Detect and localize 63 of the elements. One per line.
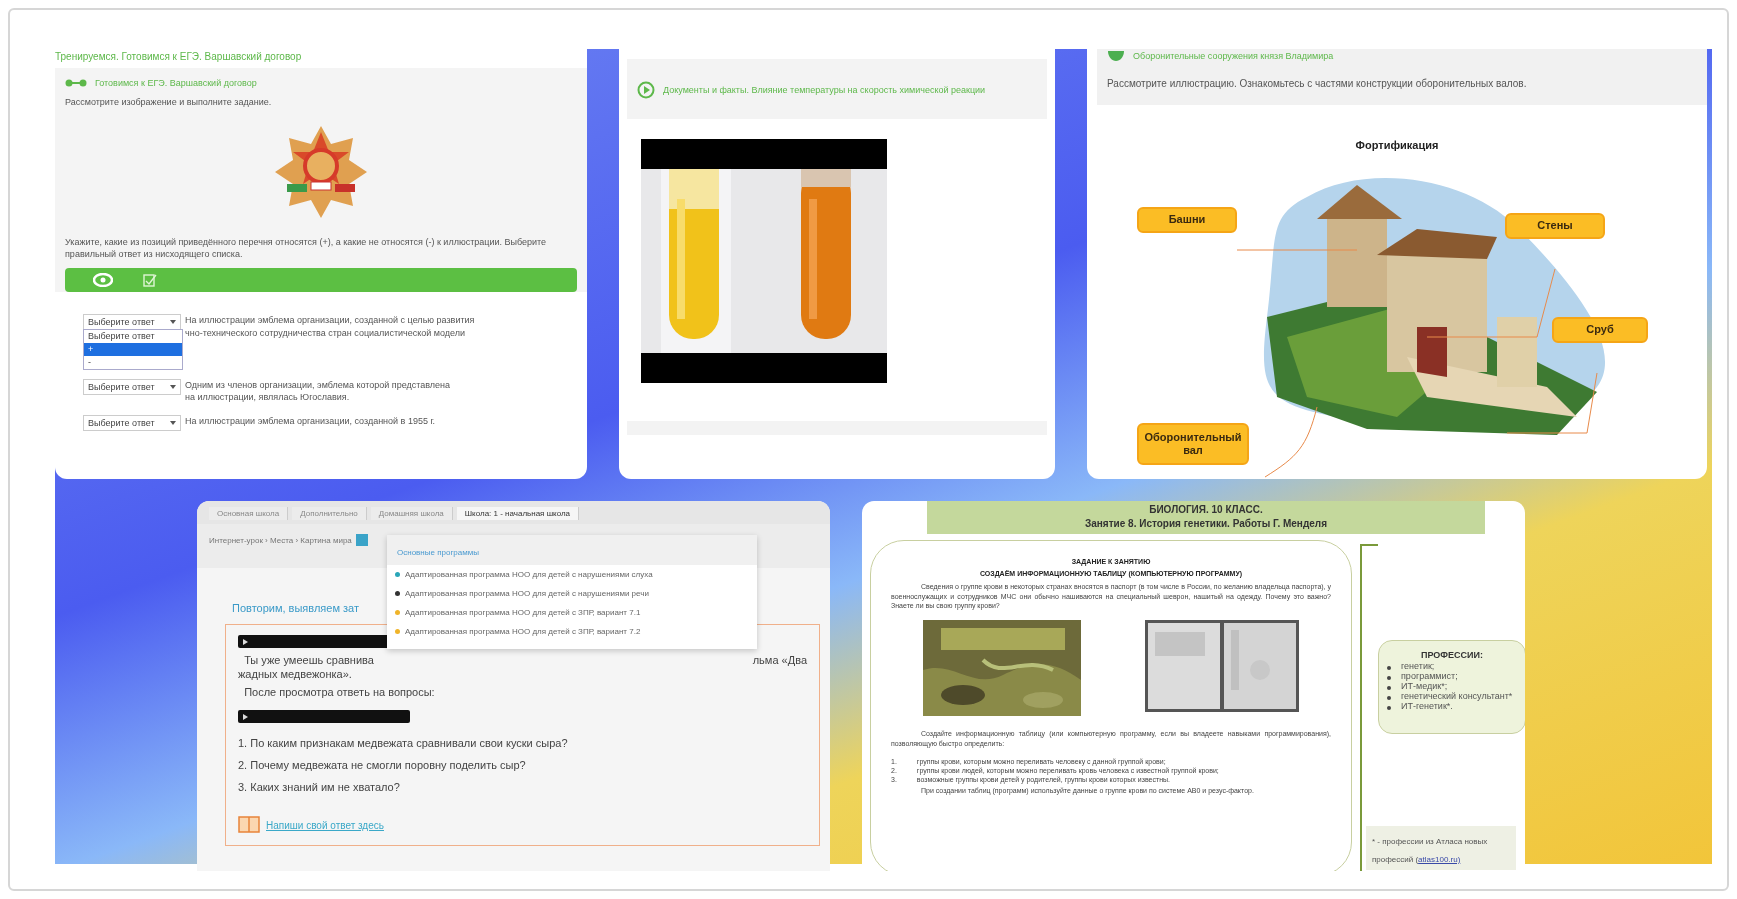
figure-title: Фортификация: [1355, 138, 1439, 151]
bullet-icon: [1387, 696, 1391, 701]
question-text: 2. Почему медвежата не смогли поровну поделить сыр?: [238, 758, 527, 773]
profession-item: программист;: [1401, 671, 1458, 682]
bullet-icon: [1387, 666, 1391, 671]
statement-text: чно-технического сотрудничества стран социалистической модели: [185, 326, 467, 339]
statement-text: На иллюстрации эмблема организации, созданной с целью развития: [185, 314, 475, 327]
breadcrumb[interactable]: Интернет-урок › Места › Картина мира: [209, 535, 352, 545]
bullet-icon: [1387, 676, 1391, 681]
answer-select[interactable]: Выберите ответ: [83, 415, 181, 431]
professions-title: ПРОФЕССИИ:: [1420, 649, 1484, 662]
select-option[interactable]: +: [84, 343, 182, 357]
profession-item: ИТ-генетик*.: [1401, 701, 1453, 712]
lesson-header: Оборонительные сооружения князя Владимира: [1133, 51, 1334, 61]
nav-tab[interactable]: Школа: 1 - начальная школа: [456, 507, 580, 520]
program-item[interactable]: Адаптированная программа НОО для детей с ЗПР, вариант 7.2: [387, 622, 757, 641]
bullet-icon: [1387, 706, 1391, 711]
callout-label: Оборонительный вал: [1137, 422, 1249, 465]
video-title: Документы и факты. Влияние температуры на скорость химической реакции: [663, 85, 986, 95]
intro-text: жадных медвежонка».: [238, 668, 353, 680]
footnote-link[interactable]: atlas100.ru): [1418, 855, 1461, 864]
question-text: Укажите, какие из позиций приведённого перечня относятся (+), а какие не относятся (-) к иллюстрации. Выберите правильный ответ из нисходящего списка.: [65, 236, 548, 261]
checklist-icon[interactable]: [143, 273, 157, 288]
question-text: 1. По каким признакам медвежата сравнивали свои куски сыра?: [238, 736, 569, 751]
program-item[interactable]: Адаптированная программа НОО для детей с нарушениями слуха: [387, 565, 757, 584]
callout-label: Стены: [1505, 212, 1605, 239]
program-item[interactable]: Адаптированная программа НОО для детей с ЗПР, вариант 7.1: [387, 603, 757, 622]
bullet-icon: [1387, 686, 1391, 691]
play-circle-icon: [637, 81, 655, 99]
sheet-title: Занятие 8. История генетики. Работы Г. Менделя: [1084, 516, 1328, 530]
statement-text: На иллюстрации эмблема организации, созданной в 1955 г.: [185, 415, 436, 428]
callout-label: Башни: [1137, 206, 1237, 233]
footnote-box: * - профессии из Атласа новых профессий (atlas100.ru): [1366, 826, 1516, 870]
play-icon: [243, 713, 248, 720]
caret-icon: [170, 421, 176, 425]
caret-icon: [170, 320, 176, 325]
caret-icon: [170, 384, 176, 389]
nav-tab[interactable]: Основная школа: [209, 507, 289, 520]
nav-tab[interactable]: Домашняя школа: [370, 507, 453, 520]
instruction-text: Рассмотрите иллюстрацию. Ознакомьтесь с частями конструкции оборонительных валов.: [1107, 77, 1528, 91]
answer-select[interactable]: Выберите ответ: [83, 378, 181, 395]
program-item[interactable]: Адаптированная программа НОО для детей с нарушениями речи: [387, 584, 757, 603]
statement-text: на иллюстрации, являлась Югославия.: [185, 390, 351, 403]
sheet-title: БИОЛОГИЯ. 10 КЛАСС.: [1148, 503, 1264, 517]
profession-item: генетический консультант*: [1401, 691, 1513, 702]
play-icon: [243, 638, 248, 645]
instruction-text: Рассмотрите изображение и выполните задание.: [65, 96, 273, 109]
book-icon: [238, 815, 260, 835]
statement-text: Одним из членов организации, эмблема которой представлена: [185, 378, 451, 391]
callout-label: Сруб: [1552, 316, 1648, 343]
profession-item: ИТ-медик*;: [1401, 681, 1448, 692]
eye-icon[interactable]: [93, 273, 113, 288]
intro-text: льма «Два: [752, 654, 807, 666]
question-text: 3. Каких знаний им не хватало?: [238, 780, 401, 795]
lesson-header: Готовимся к ЕГЭ. Варшавский договор: [95, 78, 257, 88]
prompt-text: После просмотра ответь на вопросы:: [243, 686, 436, 698]
menu-button[interactable]: [355, 534, 368, 546]
profession-item: генетик;: [1401, 661, 1435, 672]
leader-line: [1264, 406, 1318, 477]
page-title: Тренируемся. Готовимся к ЕГЭ. Варшавский договор: [55, 51, 303, 62]
dropdown-heading: Основные программы: [397, 548, 479, 557]
section-heading: Повторим, выявляем зат: [232, 602, 359, 614]
intro-text: Ты уже умеешь сравнива: [243, 654, 374, 666]
